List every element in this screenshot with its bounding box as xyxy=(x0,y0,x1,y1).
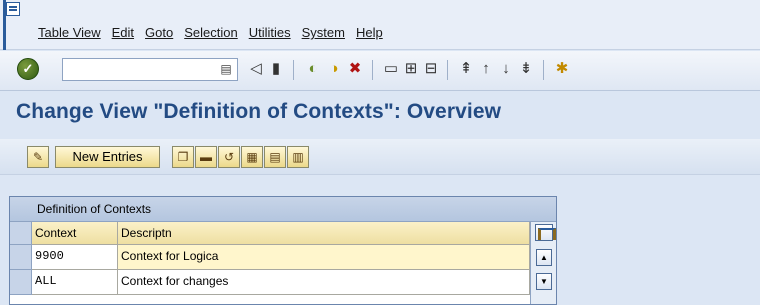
command-history-icon[interactable]: ▤ xyxy=(219,62,233,78)
sap-menu-icon[interactable] xyxy=(6,2,20,16)
toolbar-separator xyxy=(372,60,373,80)
table-title-bar: Definition of Contexts xyxy=(10,197,556,222)
display-change-icon[interactable]: ✎ xyxy=(27,146,49,168)
menu-items: Table View Edit Goto Selection Utilities… xyxy=(38,25,394,40)
table-row: 9900 Context for Logica xyxy=(10,245,556,270)
table-title: Definition of Contexts xyxy=(37,202,152,216)
back-icon[interactable]: ◐ xyxy=(303,59,323,79)
save-icon[interactable]: ▮ xyxy=(266,59,286,79)
exit-icon[interactable]: ◑ xyxy=(324,59,344,79)
page-title: Change View "Definition of Contexts": Ov… xyxy=(16,100,502,123)
row-selector[interactable] xyxy=(10,270,32,295)
menu-utilities[interactable]: Utilities xyxy=(249,25,291,40)
application-toolbar: ✎ New Entries ❐ ▬ ↺ ▦ ▤ ▥ xyxy=(0,139,760,175)
table-header-row: Context Descriptn xyxy=(10,222,556,245)
previous-page-icon[interactable]: ↑ xyxy=(476,59,496,79)
new-entries-button[interactable]: New Entries xyxy=(55,146,160,168)
collapse-icon[interactable]: ◁ xyxy=(246,59,266,79)
context-cell[interactable]: ALL xyxy=(32,270,118,295)
find-icon[interactable]: ⊞ xyxy=(401,59,421,79)
command-field[interactable] xyxy=(62,58,238,81)
menu-table-view[interactable]: Table View xyxy=(38,25,101,40)
standard-toolbar: ✓ ▤ ◁ ▮ ◐ ◑ ✖ ▭ ⊞ ⊟ ⇞ ↑ ↓ ⇟ ✱ xyxy=(0,51,760,91)
next-page-icon[interactable]: ↓ xyxy=(496,59,516,79)
menu-edit[interactable]: Edit xyxy=(112,25,134,40)
menu-goto[interactable]: Goto xyxy=(145,25,173,40)
description-cell[interactable]: Context for changes xyxy=(118,270,530,295)
select-all-icon[interactable]: ▦ xyxy=(241,146,263,168)
column-header-description[interactable]: Descriptn xyxy=(118,222,530,245)
cancel-icon[interactable]: ✖ xyxy=(345,59,365,79)
menu-help[interactable]: Help xyxy=(356,25,383,40)
scroll-up-icon[interactable]: ▲ xyxy=(536,249,552,266)
vertical-scrollbar[interactable]: ▲ ▼ xyxy=(530,222,556,304)
deselect-all-icon[interactable]: ▥ xyxy=(287,146,309,168)
context-cell[interactable]: 9900 xyxy=(32,245,118,270)
contexts-table: Definition of Contexts Context Descriptn… xyxy=(9,196,557,305)
toolbar-separator xyxy=(293,60,294,80)
delete-icon[interactable]: ▬ xyxy=(195,146,217,168)
column-header-context[interactable]: Context xyxy=(32,222,118,245)
row-selector[interactable] xyxy=(10,245,32,270)
find-next-icon[interactable]: ⊟ xyxy=(421,59,441,79)
undo-change-icon[interactable]: ↺ xyxy=(218,146,240,168)
toolbar-separator xyxy=(447,60,448,80)
select-all-cell[interactable] xyxy=(10,222,32,245)
description-cell[interactable]: Context for Logica xyxy=(118,245,530,270)
enter-icon[interactable]: ✓ xyxy=(17,58,39,80)
first-page-icon[interactable]: ⇞ xyxy=(456,59,476,79)
table-row: ALL Context for changes xyxy=(10,270,556,295)
column-config-icon[interactable] xyxy=(535,224,556,241)
print-icon[interactable]: ▭ xyxy=(381,59,401,79)
menu-selection[interactable]: Selection xyxy=(184,25,237,40)
menu-bar: Table View Edit Goto Selection Utilities… xyxy=(0,0,760,50)
toolbar-separator xyxy=(543,60,544,80)
create-session-icon[interactable]: ✱ xyxy=(552,59,572,79)
last-page-icon[interactable]: ⇟ xyxy=(516,59,536,79)
select-block-icon[interactable]: ▤ xyxy=(264,146,286,168)
menu-system[interactable]: System xyxy=(302,25,345,40)
scroll-down-icon[interactable]: ▼ xyxy=(536,273,552,290)
copy-as-icon[interactable]: ❐ xyxy=(172,146,194,168)
